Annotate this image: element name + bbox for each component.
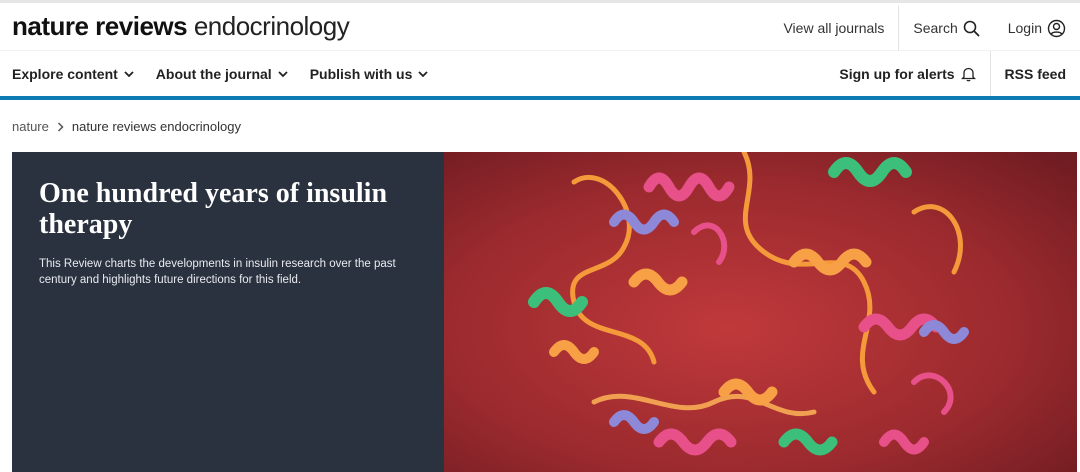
nav-menu: Explore content About the journal Publis… — [12, 51, 428, 97]
search-button[interactable]: Search — [898, 6, 993, 50]
nav-explore-content[interactable]: Explore content — [12, 66, 134, 82]
chevron-down-icon — [278, 70, 288, 78]
sign-up-for-alerts-label: Sign up for alerts — [839, 66, 955, 82]
main-navigation: Explore content About the journal Publis… — [0, 50, 1080, 97]
nav-utility: Sign up for alerts RSS feed — [825, 51, 1080, 97]
nav-explore-content-label: Explore content — [12, 66, 118, 82]
login-button[interactable]: Login — [994, 6, 1080, 50]
chevron-right-icon — [57, 121, 64, 132]
top-header: nature reviews endocrinology View all jo… — [0, 0, 1080, 50]
view-all-journals-link[interactable]: View all journals — [769, 6, 898, 50]
user-account-icon — [1047, 19, 1066, 38]
hero-description: This Review charts the developments in i… — [39, 258, 396, 286]
search-icon — [963, 20, 980, 37]
insulin-protein-structure-image[interactable] — [444, 152, 1077, 472]
nav-publish-with-us[interactable]: Publish with us — [310, 66, 429, 82]
chevron-down-icon — [418, 70, 428, 78]
nav-about-the-journal-label: About the journal — [155, 66, 272, 82]
breadcrumb-current: nature reviews endocrinology — [71, 119, 241, 134]
header-accent-rule — [0, 96, 1080, 100]
journal-logo[interactable]: nature reviews endocrinology — [12, 11, 350, 42]
header-utility-links: View all journals Search Login — [769, 6, 1080, 50]
login-label: Login — [1007, 20, 1042, 36]
view-all-journals-label: View all journals — [783, 20, 885, 36]
rss-feed-label: RSS feed — [1004, 66, 1066, 82]
search-label: Search — [913, 20, 958, 36]
logo-light-text: endocrinology — [193, 11, 350, 41]
chevron-down-icon — [124, 70, 134, 78]
sign-up-for-alerts-button[interactable]: Sign up for alerts — [825, 51, 989, 97]
breadcrumb: nature nature reviews endocrinology — [12, 119, 241, 134]
logo-bold-text: nature reviews — [12, 11, 188, 41]
nav-about-the-journal[interactable]: About the journal — [156, 66, 288, 82]
breadcrumb-home-link[interactable]: nature — [12, 119, 49, 134]
hero-feature-panel[interactable]: One hundred years of insulin therapy Thi… — [12, 152, 444, 472]
hero-title[interactable]: One hundred years of insulin therapy — [39, 178, 419, 240]
rss-feed-link[interactable]: RSS feed — [989, 51, 1080, 97]
bell-icon — [960, 66, 976, 82]
nav-publish-with-us-label: Publish with us — [309, 66, 413, 82]
